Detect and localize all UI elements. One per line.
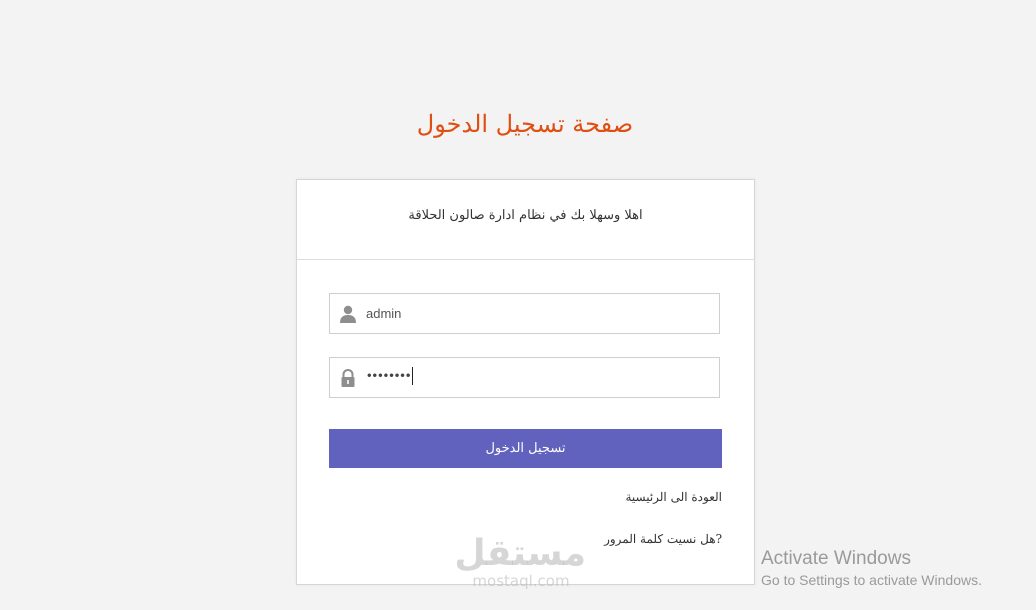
welcome-message: اهلا وسهلا بك في نظام ادارة صالون الحلاق… <box>297 180 754 260</box>
password-masked-value: •••••••• <box>367 367 412 383</box>
page-title: صفحة تسجيل الدخول <box>416 110 634 138</box>
back-home-link[interactable]: العودة الى الرئيسية <box>625 490 722 504</box>
activate-windows-notice: Activate Windows Go to Settings to activ… <box>761 548 982 590</box>
watermark-latin: mostaql.com <box>472 572 570 590</box>
login-page: صفحة تسجيل الدخول اهلا وسهلا بك في نظام … <box>0 0 1036 610</box>
user-icon <box>338 304 358 324</box>
text-caret <box>412 367 414 385</box>
login-button[interactable]: تسجيل الدخول <box>329 429 722 468</box>
lock-icon <box>338 368 358 388</box>
forgot-password-link[interactable]: ?هل نسيت كلمة المرور <box>604 532 722 546</box>
password-input[interactable]: •••••••• <box>367 367 414 385</box>
activate-windows-subtitle: Go to Settings to activate Windows. <box>761 572 982 588</box>
activate-windows-title: Activate Windows <box>761 548 911 569</box>
mostaql-watermark: مستقل mostaql.com <box>454 533 586 590</box>
login-card: اهلا وسهلا بك في نظام ادارة صالون الحلاق… <box>296 179 755 585</box>
username-input[interactable] <box>366 294 711 333</box>
password-field[interactable]: •••••••• <box>329 357 720 398</box>
watermark-arabic: مستقل <box>454 533 586 574</box>
username-field[interactable] <box>329 293 720 334</box>
